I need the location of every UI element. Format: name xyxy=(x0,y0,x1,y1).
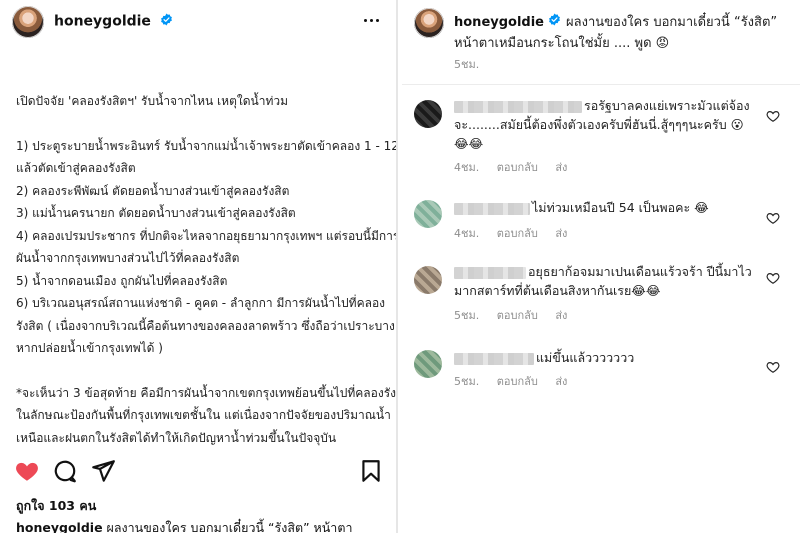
caption-line: 2) คลองระพีพัฒน์ ตัดยอดน้ำบางส่วนเข้าสู่… xyxy=(16,183,290,198)
reply-button[interactable]: ตอบกลับ xyxy=(497,309,538,322)
comment-text-block: อยุธยาก้อจมมาเปนเดือนแร้วจร้า ปีนี้มาไวม… xyxy=(454,262,754,300)
caption-line: 3) แม่น้ำนครนายก ตัดยอดน้ำบางส่วนเข้าสู่… xyxy=(16,206,296,220)
caption-line: 6) บริเวณอนุสรณ์สถานแห่งชาติ - คูคต - ลำ… xyxy=(16,296,386,310)
comment-text-block: รอรัฐบาลคงแย่เพราะมัวแต่จ้องจะ........สม… xyxy=(454,96,754,153)
caption-line: 4) คลองเปรมประชากร ที่ปกติจะไหลจากอยุธยา… xyxy=(16,228,398,243)
send-button[interactable]: ส่ง xyxy=(555,309,567,322)
reply-button[interactable]: ตอบกลับ xyxy=(497,227,538,240)
share-icon[interactable] xyxy=(90,458,116,484)
post-caption: เปิดปัจจัย 'คลองรังสิตฯ' รับน้ำจากไหน เห… xyxy=(16,90,398,449)
comments-panel: honeygoldie ผลงานของใคร บอกมาเดี๋ยวนี้ “ร… xyxy=(402,0,800,533)
avatar[interactable] xyxy=(12,6,44,38)
comment-like-icon[interactable] xyxy=(766,108,780,122)
send-button[interactable]: ส่ง xyxy=(555,375,567,388)
more-icon[interactable] xyxy=(362,10,382,30)
caption-line: เปิดปัจจัย 'คลองรังสิตฯ' รับน้ำจากไหน เห… xyxy=(16,94,289,108)
caption-line: *จะเห็นว่า 3 ข้อสุดท้าย คือมีการผันน้ำจา… xyxy=(16,385,398,400)
footer-username[interactable]: honeygoldie xyxy=(16,520,103,533)
comment-time: 4ชม. xyxy=(454,161,480,174)
comment-icon[interactable] xyxy=(52,458,78,484)
comment-meta: 5ชม. ตอบกลับ ส่ง xyxy=(454,306,581,324)
commenter-avatar[interactable] xyxy=(414,266,442,294)
comment-meta: 4ชม. ตอบกลับ ส่ง xyxy=(454,224,581,242)
verified-icon xyxy=(160,13,173,30)
send-button[interactable]: ส่ง xyxy=(555,227,567,240)
commenter-avatar[interactable] xyxy=(414,200,442,228)
comment-time: 5ชม. xyxy=(454,309,480,322)
reply-button[interactable]: ตอบกลับ xyxy=(497,375,538,388)
comment-time: 5ชม. xyxy=(454,375,480,388)
owner-username[interactable]: honeygoldie xyxy=(454,15,544,30)
commenter-name-blurred[interactable] xyxy=(454,352,534,365)
action-bar xyxy=(14,458,384,486)
caption-line: รังสิต ( เนื่องจากบริเวณนี้คือต้นทางของค… xyxy=(16,318,395,333)
comment-meta: 5ชม. ตอบกลับ ส่ง xyxy=(454,372,581,390)
commenter-name-blurred[interactable] xyxy=(454,202,530,215)
post-header: honeygoldie xyxy=(0,0,396,46)
caption-line: แล้วตัดเข้าสู่คลองรังสิต xyxy=(16,161,136,175)
footer-caption-text: ผลงานของใคร บอกมาเดี๋ยวนี้ “รังสิต” หน้า… xyxy=(106,520,353,533)
likes-count[interactable]: ถูกใจ 103 คน xyxy=(16,496,96,516)
avatar[interactable] xyxy=(414,8,444,38)
comment-meta: 4ชม. ตอบกลับ ส่ง xyxy=(454,158,581,176)
post-username-row: honeygoldie xyxy=(54,13,173,30)
comment-like-icon[interactable] xyxy=(766,359,780,373)
reply-button[interactable]: ตอบกลับ xyxy=(497,161,538,174)
comment-text: แม่ขึ้นแล้ววววววว xyxy=(536,350,635,365)
commenter-avatar[interactable] xyxy=(414,100,442,128)
owner-caption: honeygoldie ผลงานของใคร บอกมาเดี๋ยวนี้ “ร… xyxy=(454,12,794,54)
caption-line: หากปล่อยน้ำเข้ากรุงเทพได้ ) xyxy=(16,341,163,355)
owner-caption-time: 5ชม. xyxy=(454,58,480,71)
footer-caption: honeygoldie ผลงานของใคร บอกมาเดี๋ยวนี้ “ร… xyxy=(16,518,352,533)
commenter-name-blurred[interactable] xyxy=(454,100,582,113)
comment-text-block: ไม่ท่วมเหมือนปี 54 เป็นพอคะ 😂 xyxy=(454,198,754,217)
bookmark-icon[interactable] xyxy=(358,458,384,484)
post-username[interactable]: honeygoldie xyxy=(54,14,151,30)
caption-line: เหนือและฝนตกในรังสิตได้ทำให้เกิดปัญหาน้ำ… xyxy=(16,430,337,445)
verified-icon xyxy=(548,12,561,33)
post-panel: honeygoldie เปิดปัจจัย 'คลองรังสิตฯ' รับ… xyxy=(0,0,398,533)
heart-icon[interactable] xyxy=(14,458,40,484)
comment-text: ไม่ท่วมเหมือนปี 54 เป็นพอคะ 😂 xyxy=(532,200,709,215)
caption-line: ผันน้ำจากกรุงเทพบางส่วนไปไว้ที่คลองรังสิ… xyxy=(16,251,240,265)
divider xyxy=(402,84,800,85)
caption-line: 5) น้ำจากดอนเมือง ถูกผันไปที่คลองรังสิต xyxy=(16,273,228,288)
comment-like-icon[interactable] xyxy=(766,210,780,224)
comment-time: 4ชม. xyxy=(454,227,480,240)
caption-line: ในลักษณะป้องกันพื้นที่กรุงเทพเขตชั้นใน แ… xyxy=(16,408,391,422)
commenter-avatar[interactable] xyxy=(414,350,442,378)
caption-line: 1) ประตูระบายน้ำพระอินทร์ รับน้ำจากแม่น้… xyxy=(16,138,398,153)
comment-text-block: แม่ขึ้นแล้ววววววว xyxy=(454,348,754,367)
send-button[interactable]: ส่ง xyxy=(555,161,567,174)
comment-like-icon[interactable] xyxy=(766,270,780,284)
commenter-name-blurred[interactable] xyxy=(454,266,526,279)
